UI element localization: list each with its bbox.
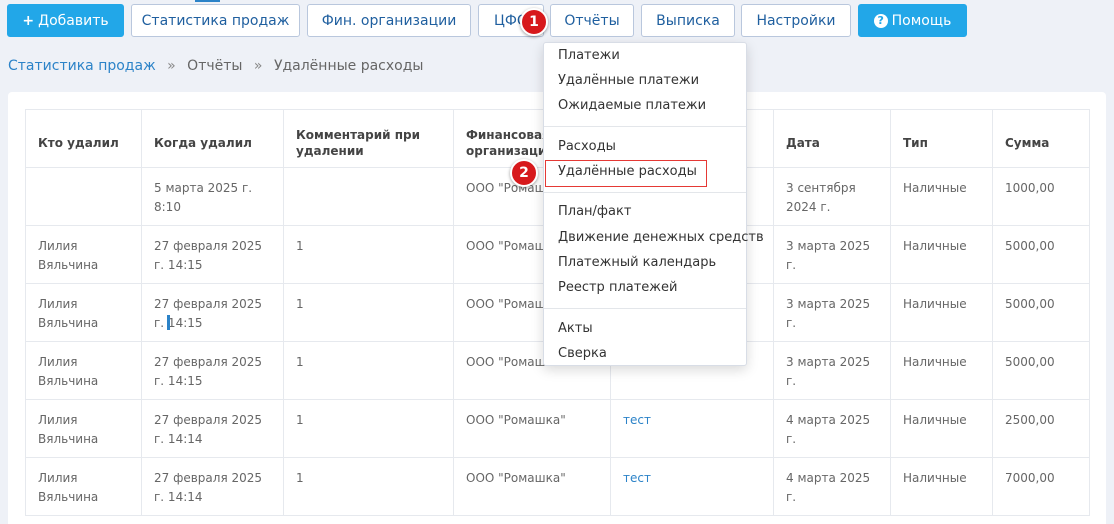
add-button[interactable]: + Добавить	[7, 4, 124, 37]
table-row[interactable]: Лилия Вяльчина 27 февраля 2025 г. 14:14 1 О…	[25, 457, 1090, 516]
cell-comment: 1	[283, 457, 454, 516]
menu-item-payment-registry[interactable]: Реестр платежей	[558, 280, 677, 295]
cell-amount: 5000,00	[992, 225, 1090, 284]
menu-item-expected-payments[interactable]: Ожидаемые платежи	[558, 98, 706, 113]
cell-type: Наличные	[890, 283, 993, 342]
cell-hidden[interactable]: тест	[610, 399, 774, 458]
cell-hidden[interactable]: тест	[610, 457, 774, 516]
cell-deleted-by: Лилия Вяльчина	[25, 457, 142, 516]
statement-label: Выписка	[656, 12, 720, 29]
menu-item-acts[interactable]: Акты	[558, 321, 593, 336]
reports-button[interactable]: Отчёты	[550, 4, 634, 37]
cell-amount: 5000,00	[992, 341, 1090, 400]
sales-stats-label: Статистика продаж	[141, 12, 290, 29]
column-header-deleted-by[interactable]: Кто удалил	[25, 109, 142, 168]
add-button-label: Добавить	[38, 12, 109, 29]
breadcrumb-item-reports: Отчёты	[187, 58, 243, 74]
cell-comment: 1	[283, 283, 454, 342]
text-cursor	[167, 315, 170, 330]
menu-item-payment-calendar[interactable]: Платежный календарь	[558, 255, 716, 270]
column-header-date[interactable]: Дата	[773, 109, 891, 168]
menu-item-reconciliation[interactable]: Сверка	[558, 346, 607, 361]
step-badge-2: 2	[510, 159, 538, 187]
settings-label: Настройки	[756, 12, 836, 29]
menu-divider	[544, 126, 746, 127]
fin-orgs-button[interactable]: Фин. организации	[307, 4, 471, 37]
cell-deleted-when: 5 марта 2025 г. 8:10	[141, 167, 284, 226]
question-circle-icon: ?	[873, 13, 888, 28]
cell-amount: 5000,00	[992, 283, 1090, 342]
fin-orgs-label: Фин. организации	[321, 12, 457, 29]
breadcrumb-link-sales-stats[interactable]: Статистика продаж	[8, 58, 156, 74]
cell-deleted-when: 27 февраля 2025 г. 14:14	[141, 457, 284, 516]
reports-label: Отчёты	[564, 12, 620, 29]
cell-amount: 1000,00	[992, 167, 1090, 226]
step-badge-1: 1	[520, 8, 548, 36]
cell-deleted-when: 27 февраля 2025 г. 14:15	[141, 283, 284, 342]
cell-deleted-when: 27 февраля 2025 г. 14:15	[141, 225, 284, 284]
reports-dropdown-menu: Платежи Удалённые платежи Ожидаемые плат…	[543, 42, 764, 366]
cell-type: Наличные	[890, 341, 993, 400]
menu-item-deleted-payments[interactable]: Удалённые платежи	[558, 73, 699, 88]
column-header-comment[interactable]: Комментарий при удалении	[283, 109, 454, 168]
menu-item-deleted-expenses[interactable]: Удалённые расходы	[558, 164, 697, 179]
cell-deleted-by	[25, 167, 142, 226]
cell-comment	[283, 167, 454, 226]
cell-type: Наличные	[890, 399, 993, 458]
breadcrumb-item-current: Удалённые расходы	[273, 58, 424, 74]
settings-button[interactable]: Настройки	[741, 4, 851, 37]
cell-fin-org: ООО "Ромашка"	[453, 457, 611, 516]
cell-date: 3 марта 2025 г.	[773, 341, 891, 400]
menu-item-cash-flow[interactable]: Движение денежных средств	[558, 230, 764, 245]
cell-type: Наличные	[890, 167, 993, 226]
cell-date: 3 марта 2025 г.	[773, 225, 891, 284]
table-row[interactable]: Лилия Вяльчина 27 февраля 2025 г. 14:14 1 О…	[25, 399, 1090, 458]
cell-comment: 1	[283, 341, 454, 400]
cell-comment: 1	[283, 225, 454, 284]
menu-divider	[544, 308, 746, 309]
cell-date: 4 марта 2025 г.	[773, 399, 891, 458]
plus-icon: +	[22, 12, 35, 29]
cell-date: 3 марта 2025 г.	[773, 283, 891, 342]
column-header-type[interactable]: Тип	[890, 109, 993, 168]
cell-date: 4 марта 2025 г.	[773, 457, 891, 516]
cell-comment: 1	[283, 399, 454, 458]
menu-item-plan-fact[interactable]: План/факт	[558, 204, 631, 219]
cell-deleted-by: Лилия Вяльчина	[25, 341, 142, 400]
menu-item-payments[interactable]: Платежи	[558, 48, 620, 63]
cell-deleted-by: Лилия Вяльчина	[25, 283, 142, 342]
menu-divider	[544, 192, 746, 193]
cell-amount: 7000,00	[992, 457, 1090, 516]
toolbar: + Добавить Статистика продаж Фин. органи…	[0, 0, 1114, 40]
cell-deleted-when: 27 февраля 2025 г. 14:14	[141, 399, 284, 458]
breadcrumb-separator: »	[253, 58, 263, 74]
cell-type: Наличные	[890, 225, 993, 284]
menu-item-expenses[interactable]: Расходы	[558, 139, 616, 154]
cell-date: 3 сентября 2024 г.	[773, 167, 891, 226]
cell-deleted-by: Лилия Вяльчина	[25, 399, 142, 458]
breadcrumb: Статистика продаж » Отчёты » Удалённые р…	[8, 58, 423, 74]
help-button[interactable]: ? Помощь	[858, 4, 967, 37]
column-header-amount[interactable]: Сумма	[992, 109, 1090, 168]
column-header-deleted-when[interactable]: Когда удалил	[141, 109, 284, 168]
cell-deleted-when: 27 февраля 2025 г. 14:15	[141, 341, 284, 400]
cell-amount: 2500,00	[992, 399, 1090, 458]
cell-type: Наличные	[890, 457, 993, 516]
statement-button[interactable]: Выписка	[641, 4, 735, 37]
cell-fin-org: ООО "Ромашка"	[453, 399, 611, 458]
top-accent-line	[195, 0, 220, 2]
cell-deleted-by: Лилия Вяльчина	[25, 225, 142, 284]
breadcrumb-separator: »	[167, 58, 176, 74]
sales-stats-button[interactable]: Статистика продаж	[131, 4, 300, 37]
help-button-label: Помощь	[891, 12, 952, 29]
